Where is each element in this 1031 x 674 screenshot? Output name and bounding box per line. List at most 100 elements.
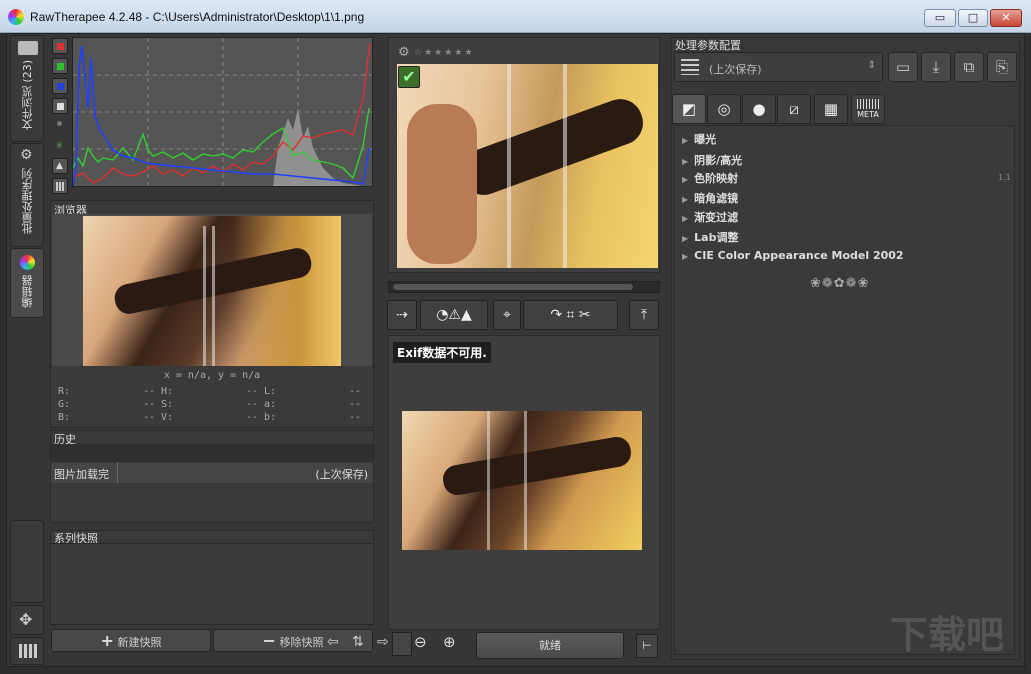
tab-metadata[interactable]: META (851, 94, 885, 124)
move-icon: ✥ (19, 610, 33, 629)
zoom-out-icon[interactable]: ⊖ (414, 633, 427, 651)
bed-frame-shape (203, 226, 215, 366)
info-label: G: (58, 399, 71, 410)
paste-profile-button[interactable]: ⎘ (987, 52, 1017, 82)
tab-exposure[interactable]: ◩ (672, 94, 706, 124)
hist-chroma-icon: ※ (56, 141, 63, 150)
hist-mode-toggle[interactable]: ▲ (52, 158, 68, 174)
toolbar-hand-button[interactable]: ⇢ (387, 300, 417, 330)
wall-region (233, 216, 341, 366)
minimize-button[interactable]: ▭ (924, 9, 956, 27)
bed-frame-shape (487, 411, 527, 550)
snapshots-list[interactable] (51, 543, 373, 623)
tool-shadows-highlights[interactable]: ▶ 阴影/高光 (682, 152, 742, 168)
save-profile-button[interactable]: ⤓ (921, 52, 951, 82)
rating-stars[interactable]: ☆★★★★★ (414, 48, 474, 58)
info-label: B: (58, 412, 71, 423)
hist-bar-toggle[interactable] (52, 178, 68, 194)
transform-icon: ⧄ (789, 100, 799, 118)
scrollbar-thumb[interactable] (393, 284, 633, 290)
blue-square-icon (57, 83, 64, 90)
settings-gear-icon[interactable]: ⚙ (398, 45, 410, 60)
profile-selector[interactable]: (上次保存) ⇕ (674, 52, 883, 82)
checkmark-icon[interactable]: ✔ (398, 66, 420, 88)
hist-luminance-toggle[interactable] (52, 98, 68, 114)
tool-label: 阴影/高光 (694, 154, 743, 167)
green-square-icon (57, 63, 64, 70)
tab-editor[interactable]: 编辑器 (10, 248, 44, 318)
zoom-in-icon[interactable]: ⊕ (443, 633, 456, 651)
watermark-logo: 下载吧 (890, 613, 1005, 657)
tool-graduated-filter[interactable]: ▶ 渐变过滤 (682, 209, 738, 225)
toolbar-crop-button[interactable]: ↷ ⌗ ✂ (523, 300, 618, 330)
tool-label: 暗角滤镜 (694, 192, 739, 205)
pixel-info-grid: R: -- H: -- L: -- G: -- S: -- a: -- B: -- V: -- … (58, 386, 368, 425)
close-button[interactable]: ✕ (990, 9, 1022, 27)
maximize-button[interactable]: □ (958, 9, 988, 27)
tool-vignetting[interactable]: ▶ 暗角滤镜 (682, 190, 738, 206)
add-snapshot-label: 新建快照 (117, 636, 162, 649)
toolbar-warning-button[interactable]: ◔⚠▲ (420, 300, 488, 330)
plus-icon: + (100, 631, 114, 650)
tool-lab-adjustments[interactable]: ▶ Lab调整 (682, 229, 738, 245)
profile-title: 处理参数配置 (675, 39, 741, 52)
info-value: -- (142, 412, 155, 423)
minus-icon: − (262, 631, 276, 650)
title-bar: RawTherapee 4.2.48 - C:\Users\Administra… (0, 0, 1031, 33)
tool-ciecam02[interactable]: ▶ CIE Color Appearance Model 2002 (682, 249, 904, 262)
bed-frame-shape (507, 64, 567, 268)
histogram-plot (73, 38, 372, 186)
tab-file-browser-label: 文件浏览 (23) (21, 60, 34, 131)
window-title: RawTherapee 4.2.48 - C:\Users\Administra… (30, 10, 365, 24)
compare-button[interactable] (392, 632, 412, 656)
prev-image-icon[interactable]: ⇦ (327, 634, 339, 650)
copy-icon: ⧉ (963, 58, 975, 76)
copy-profile-button[interactable]: ⧉ (954, 52, 984, 82)
white-square-icon (57, 103, 64, 110)
navigator-toggle-button[interactable]: ✥ (10, 605, 44, 635)
panel-toggle-button[interactable]: ⊢ (636, 634, 658, 658)
history-item[interactable]: 图片加载完 (上次保存) (51, 463, 373, 483)
tab-batch-queue[interactable]: ⚙ 批量处理序列 (10, 143, 44, 247)
tool-badge: 1.1 (998, 173, 1011, 182)
info-row: B: -- V: -- b: -- (58, 412, 368, 425)
navigator-coords: x = n/a, y = n/a (163, 370, 261, 381)
tab-editor-label: 编辑器 (21, 275, 34, 308)
tab-transform[interactable]: ⧄ (777, 94, 811, 124)
next-image-icon[interactable]: ⇨ (377, 634, 389, 650)
sort-icon[interactable]: ⇅ (352, 634, 364, 650)
tool-exposure[interactable]: ▶ 曝光 (682, 131, 716, 147)
folder-icon (18, 41, 38, 55)
tool-tone-mapping[interactable]: ▶ 色阶映射 (682, 170, 738, 186)
toolbar-export-button[interactable]: ⤒ (629, 300, 659, 330)
hist-red-toggle[interactable] (52, 38, 68, 54)
load-profile-button[interactable]: ▭ (888, 52, 918, 82)
hist-blue-toggle[interactable] (52, 78, 68, 94)
hist-green-toggle[interactable] (52, 58, 68, 74)
info-value: -- (142, 399, 155, 410)
main-preview-image[interactable] (402, 411, 642, 550)
tab-color[interactable]: ● (742, 94, 776, 124)
chevron-updown-icon: ⇕ (867, 60, 876, 71)
history-item-label: 图片加载完 (54, 468, 109, 481)
barcode-icon (857, 99, 879, 109)
tab-file-browser[interactable]: 文件浏览 (23) (10, 35, 44, 142)
list-icon (681, 59, 699, 75)
before-image[interactable] (397, 64, 658, 268)
remove-snapshot-button[interactable]: − 移除快照 (213, 629, 373, 652)
color-icon: ● (752, 100, 766, 118)
tab-detail[interactable]: ◎ (707, 94, 741, 124)
add-snapshot-button[interactable]: + 新建快照 (51, 629, 211, 652)
film-toggle-button[interactable] (10, 637, 44, 665)
navigator-preview-image[interactable] (83, 216, 341, 366)
tool-label: CIE Color Appearance Model 2002 (694, 249, 904, 262)
upload-icon: ⤒ (640, 307, 648, 323)
history-item-value: (上次保存) (315, 468, 368, 481)
toolbar-straighten-button[interactable]: ⌖ (493, 300, 521, 330)
detail-icon: ◎ (717, 100, 731, 118)
red-square-icon (57, 43, 64, 50)
status-bar: 就绪 (476, 632, 624, 659)
info-value: -- (348, 399, 361, 410)
tab-raw[interactable]: ▦ (814, 94, 848, 124)
horizontal-scrollbar[interactable] (388, 281, 660, 293)
